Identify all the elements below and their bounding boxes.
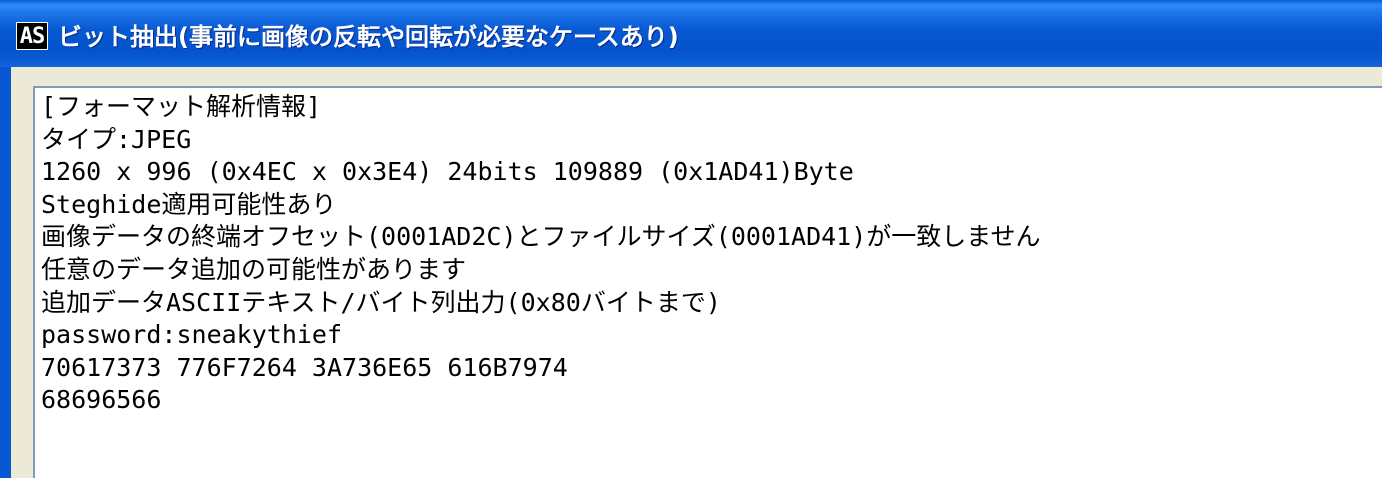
title-bar[interactable]: AS ビット抽出(事前に画像の反転や回転が必要なケースあり) [0, 0, 1382, 67]
output-line-hex-1: 70617373 776F7264 3A736E65 616B7974 [41, 352, 568, 382]
output-line-format-header: [フォーマット解析情報] [41, 92, 322, 121]
app-icon[interactable]: AS [16, 22, 48, 50]
window-frame-left [0, 67, 11, 478]
output-line-hex-2: 68696566 [41, 385, 162, 415]
output-line-type: タイプ:JPEG [41, 124, 192, 154]
output-line-offset-mismatch: 画像データの終端オフセット(0001AD2C)とファイルサイズ(0001AD41… [41, 222, 1041, 252]
output-line-dimensions: 1260 x 996 (0x4EC x 0x3E4) 24bits 109889… [41, 157, 854, 187]
output-line-steghide: Steghide適用可能性あり [41, 189, 337, 219]
window-title: ビット抽出(事前に画像の反転や回転が必要なケースあり) [58, 23, 679, 51]
app-window: AS ビット抽出(事前に画像の反転や回転が必要なケースあり) [フォーマット解析… [0, 0, 1382, 478]
output-line-data-appended: 任意のデータ追加の可能性があります [41, 254, 467, 284]
output-line-password: password:sneakythief [41, 320, 343, 350]
output-text: [フォーマット解析情報] タイプ:JPEG 1260 x 996 (0x4EC … [41, 91, 1041, 417]
output-line-ascii-output: 追加データASCIIテキスト/バイト列出力(0x80バイトまで) [41, 287, 721, 317]
output-textarea[interactable]: [フォーマット解析情報] タイプ:JPEG 1260 x 996 (0x4EC … [33, 86, 1382, 478]
